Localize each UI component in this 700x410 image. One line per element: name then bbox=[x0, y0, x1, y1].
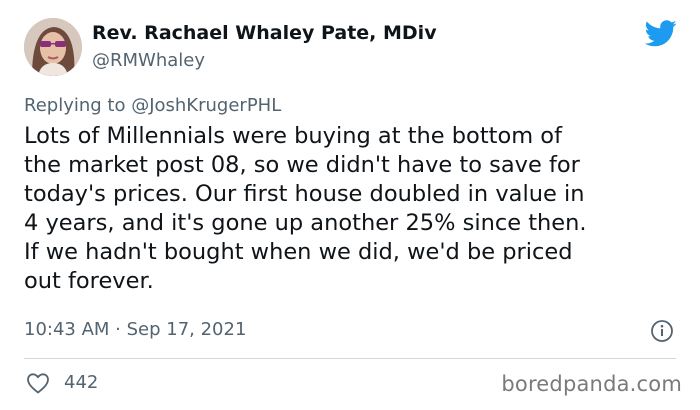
watermark: boredpanda.com bbox=[501, 372, 682, 396]
divider bbox=[24, 358, 676, 359]
author-display-name[interactable]: Rev. Rachael Whaley Pate, MDiv bbox=[92, 22, 437, 44]
reply-mention-link[interactable]: @JoshKrugerPHL bbox=[131, 95, 281, 116]
reply-prefix: Replying to bbox=[24, 95, 132, 116]
like-count: 442 bbox=[64, 372, 99, 393]
reply-context: Replying to @JoshKrugerPHL bbox=[24, 95, 281, 116]
heart-icon[interactable] bbox=[26, 372, 50, 394]
twitter-bird-icon[interactable] bbox=[645, 20, 677, 47]
tweet-card: Rev. Rachael Whaley Pate, MDiv @RMWhaley… bbox=[0, 0, 700, 410]
tweet-timestamp[interactable]: 10:43 AM · Sep 17, 2021 bbox=[24, 319, 246, 340]
author-handle[interactable]: @RMWhaley bbox=[92, 50, 205, 71]
info-icon[interactable] bbox=[650, 319, 674, 343]
avatar[interactable] bbox=[24, 18, 82, 76]
avatar-image bbox=[24, 18, 82, 76]
tweet-text: Lots of Millennials were buying at the b… bbox=[24, 123, 587, 294]
